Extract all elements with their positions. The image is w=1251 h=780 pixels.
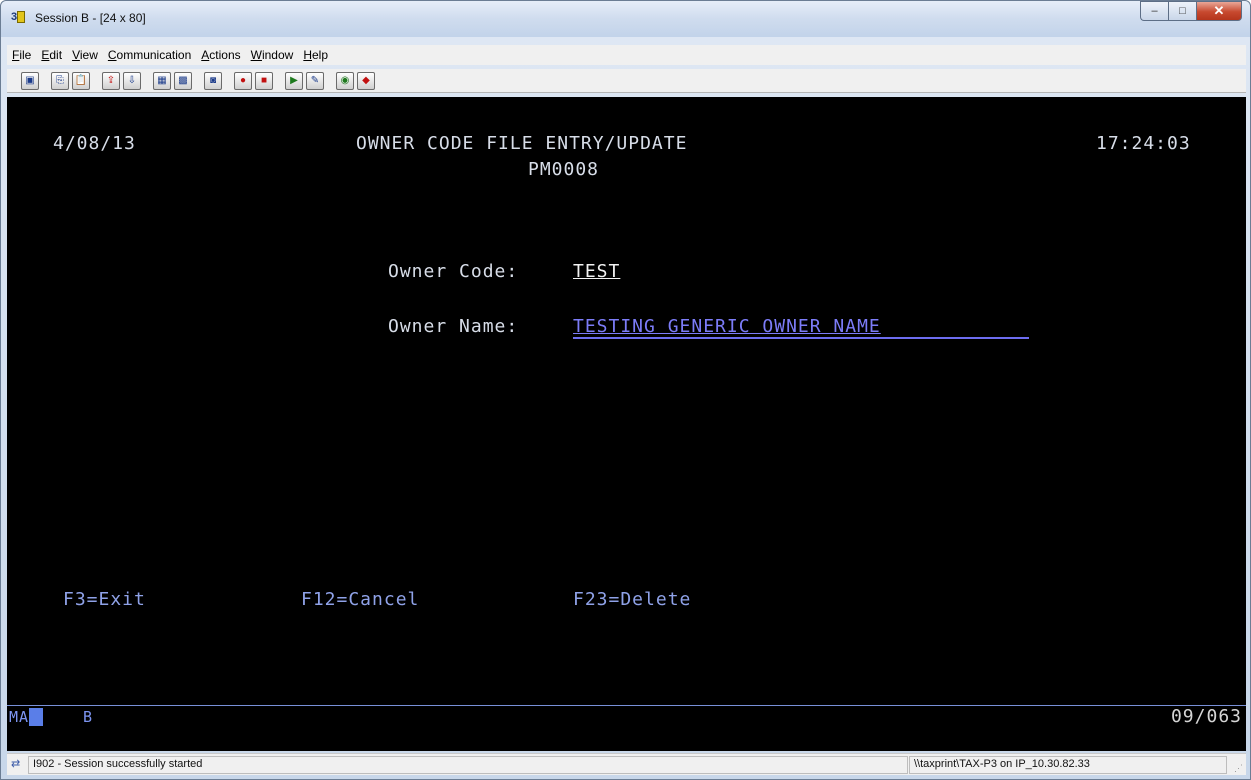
terminal-screen[interactable]: 4/08/13 OWNER CODE FILE ENTRY/UPDATE PM0… xyxy=(7,97,1246,751)
owner-name-label: Owner Name: xyxy=(388,316,519,337)
menu-file[interactable]: File xyxy=(8,48,37,62)
edit-macro-icon[interactable]: ✎ xyxy=(306,71,324,90)
display-icon[interactable]: ▦ xyxy=(153,71,171,90)
play-macro-icon[interactable]: ▶ xyxy=(285,71,303,90)
paste-icon[interactable]: 📋 xyxy=(72,71,90,90)
print-screen-icon[interactable]: ▣ xyxy=(21,71,39,90)
menu-view-mnemonic: V xyxy=(72,48,80,62)
status-message: I902 - Session successfully started xyxy=(28,756,908,774)
emulator-window: 3 Session B - [24 x 80] – □ ✕ File Edit … xyxy=(0,0,1251,780)
menu-bar: File Edit View Communication Actions Win… xyxy=(7,45,1246,65)
menu-view[interactable]: View xyxy=(68,48,104,62)
connection-status-icon: ⇄ xyxy=(11,758,21,770)
screen-time: 17:24:03 xyxy=(1096,133,1191,154)
screen-title: OWNER CODE FILE ENTRY/UPDATE xyxy=(356,133,688,154)
menu-communication[interactable]: Communication xyxy=(104,48,197,62)
close-button[interactable]: ✕ xyxy=(1196,1,1242,21)
owner-code-field[interactable]: TEST xyxy=(573,261,620,283)
program-id: PM0008 xyxy=(528,159,600,180)
menu-window-mnemonic: W xyxy=(250,48,262,62)
menu-file-label: ile xyxy=(19,48,32,62)
connection-info: \\taxprint\TAX-P3 on IP_10.30.82.33 xyxy=(909,756,1227,774)
menu-view-label: iew xyxy=(79,48,98,62)
f12-cancel-key[interactable]: F12=Cancel xyxy=(301,589,419,611)
globe-icon[interactable]: ◉ xyxy=(336,71,354,90)
send-file-icon[interactable]: ⇪ xyxy=(102,71,120,90)
cursor-position: 09/063 xyxy=(1170,706,1242,727)
session-app-icon[interactable]: 3 xyxy=(11,11,31,27)
operator-info-area: MA B 09/063 xyxy=(7,705,1246,728)
menu-help[interactable]: Help xyxy=(299,48,334,62)
receive-file-icon[interactable]: ⇩ xyxy=(123,71,141,90)
status-bar: ⇄ I902 - Session successfully started \\… xyxy=(7,753,1246,775)
menu-actions[interactable]: Actions xyxy=(197,48,246,62)
menu-communication-mnemonic: C xyxy=(107,48,117,62)
macro-icon[interactable]: ◙ xyxy=(204,71,222,90)
maximize-button[interactable]: □ xyxy=(1168,1,1196,21)
owner-name-field[interactable]: TESTING GENERIC OWNER NAME xyxy=(573,316,881,338)
keypad-icon[interactable]: ▩ xyxy=(174,71,192,90)
oia-connection-indicator xyxy=(29,708,43,726)
f23-delete-key[interactable]: F23=Delete xyxy=(573,589,691,611)
copy-icon[interactable]: ⎘ xyxy=(51,71,69,90)
window-controls: – □ ✕ xyxy=(1140,1,1242,21)
owner-name-field-underline xyxy=(573,337,1029,339)
stop-macro-icon[interactable]: ■ xyxy=(255,71,273,90)
menu-edit-label: dit xyxy=(49,48,63,62)
window-title: Session B - [24 x 80] xyxy=(35,11,146,25)
oia-session: B xyxy=(83,708,94,726)
menu-communication-label: ommunication xyxy=(116,48,192,62)
menu-edit[interactable]: Edit xyxy=(37,48,68,62)
resize-grip-icon[interactable]: ⋰ xyxy=(1234,763,1244,773)
toolbar: ▣ ⎘ 📋 ⇪ ⇩ ▦ ▩ ◙ ● ■ ▶ ✎ ◉ ◆ xyxy=(7,69,1246,93)
title-bar[interactable]: 3 Session B - [24 x 80] – □ ✕ xyxy=(1,1,1250,37)
menu-help-mnemonic: H xyxy=(303,48,312,62)
record-macro-icon[interactable]: ● xyxy=(234,71,252,90)
menu-actions-label: ctions xyxy=(209,48,241,62)
screen-date: 4/08/13 xyxy=(53,133,136,154)
menu-window[interactable]: Window xyxy=(247,48,300,62)
f3-exit-key[interactable]: F3=Exit xyxy=(63,589,146,611)
minimize-button[interactable]: – xyxy=(1140,1,1168,21)
menu-help-label: elp xyxy=(311,48,328,62)
help-icon[interactable]: ◆ xyxy=(357,71,375,90)
menu-window-label: indow xyxy=(261,48,294,62)
owner-code-label: Owner Code: xyxy=(388,261,519,282)
